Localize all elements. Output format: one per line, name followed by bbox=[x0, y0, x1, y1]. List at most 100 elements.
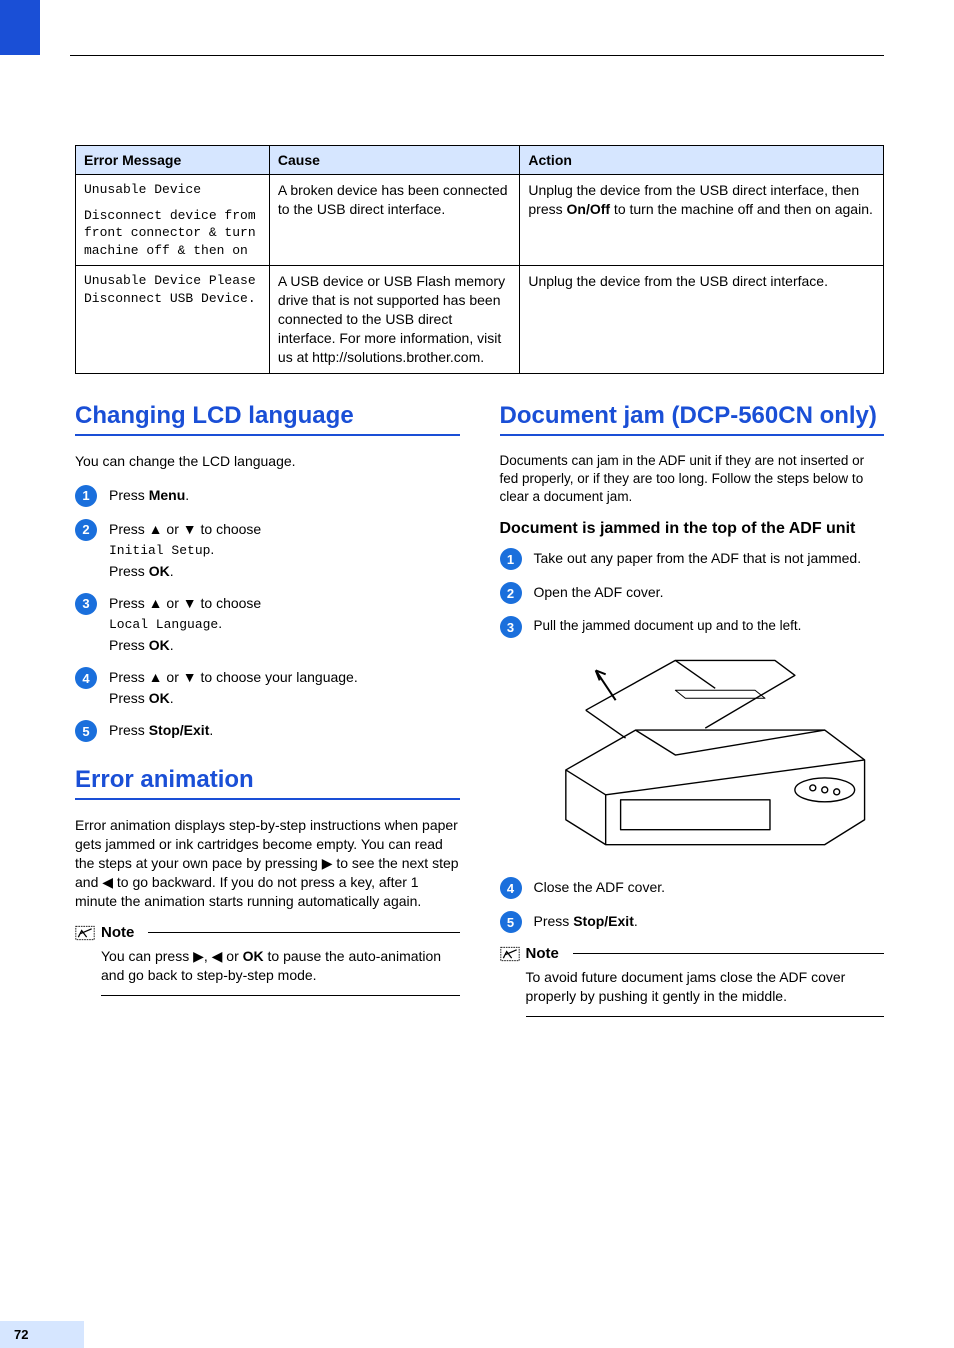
page-number: 72 bbox=[0, 1321, 84, 1348]
step-text: . bbox=[210, 541, 214, 557]
content-area: Error Message Cause Action Unusable Devi… bbox=[75, 145, 884, 1017]
step-1: 1 Press Menu. bbox=[75, 485, 460, 507]
step-bullet: 1 bbox=[500, 548, 522, 570]
step-text: . bbox=[185, 487, 189, 503]
step-bold: OK bbox=[149, 563, 170, 579]
step-text: . bbox=[170, 637, 174, 653]
note-heading: Note bbox=[500, 945, 885, 962]
step-body: Press ▲ or ▼ to choose Initial Setup. Pr… bbox=[109, 519, 460, 581]
page: Error Message Cause Action Unusable Devi… bbox=[0, 0, 954, 1348]
note-body: You can press ▶, ◀ or OK to pause the au… bbox=[101, 947, 460, 985]
table-row: Unusable Device Please Disconnect USB De… bbox=[76, 266, 884, 373]
step-text: Press ▲ or ▼ to choose bbox=[109, 521, 261, 537]
step-body: Press ▲ or ▼ to choose your language. Pr… bbox=[109, 667, 460, 708]
step-text: . bbox=[170, 563, 174, 579]
step-5: 5 Press Stop/Exit. bbox=[75, 720, 460, 742]
step-bullet: 1 bbox=[75, 485, 97, 507]
step-text: . bbox=[634, 913, 638, 929]
table-row: Unusable Device Disconnect device from f… bbox=[76, 175, 884, 266]
cell-msg: Unusable Device Disconnect device from f… bbox=[76, 175, 270, 266]
heading-changing-lcd: Changing LCD language bbox=[75, 402, 460, 430]
step-body: Close the ADF cover. bbox=[534, 877, 885, 897]
th-cause: Cause bbox=[269, 146, 519, 175]
step-text: Press bbox=[109, 563, 149, 579]
step-bold: Stop/Exit bbox=[573, 913, 634, 929]
th-action: Action bbox=[520, 146, 884, 175]
note-heading: Note bbox=[75, 924, 460, 941]
step-bullet: 4 bbox=[500, 877, 522, 899]
step-3: 3 Pull the jammed document up and to the… bbox=[500, 616, 885, 638]
note-end-rule bbox=[526, 1016, 885, 1017]
note-icon bbox=[500, 946, 520, 962]
step-bold: Stop/Exit bbox=[149, 722, 210, 738]
cell-action: Unplug the device from the USB direct in… bbox=[520, 175, 884, 266]
note-rule bbox=[148, 932, 459, 933]
step-code: Initial Setup bbox=[109, 543, 210, 558]
step-bold: OK bbox=[149, 637, 170, 653]
heading-error-animation: Error animation bbox=[75, 766, 460, 794]
step-bullet: 2 bbox=[500, 582, 522, 604]
step-3: 3 Press ▲ or ▼ to choose Local Language.… bbox=[75, 593, 460, 655]
cell-action: Unplug the device from the USB direct in… bbox=[520, 266, 884, 373]
step-body: Pull the jammed document up and to the l… bbox=[534, 616, 885, 636]
err-anim-body: Error animation displays step-by-step in… bbox=[75, 816, 460, 910]
step-code: Local Language bbox=[109, 617, 218, 632]
note-bold: OK bbox=[243, 948, 264, 964]
msg-line: Unusable Device bbox=[84, 181, 261, 199]
step-text: . bbox=[218, 615, 222, 631]
step-5: 5 Press Stop/Exit. bbox=[500, 911, 885, 933]
step-body: Open the ADF cover. bbox=[534, 582, 885, 602]
right-column: Document jam (DCP-560CN only) Documents … bbox=[500, 402, 885, 1017]
note-end-rule bbox=[101, 995, 460, 996]
step-2: 2 Press ▲ or ▼ to choose Initial Setup. … bbox=[75, 519, 460, 581]
step-body: Take out any paper from the ADF that is … bbox=[534, 548, 885, 568]
th-error-message: Error Message bbox=[76, 146, 270, 175]
step-4: 4 Close the ADF cover. bbox=[500, 877, 885, 899]
heading-document-jam: Document jam (DCP-560CN only) bbox=[500, 402, 885, 430]
step-text: . bbox=[209, 722, 213, 738]
step-1: 1 Take out any paper from the ADF that i… bbox=[500, 548, 885, 570]
heading-rule bbox=[75, 798, 460, 800]
heading-rule bbox=[75, 434, 460, 436]
action-text: to turn the machine off and then on agai… bbox=[610, 201, 873, 217]
error-table: Error Message Cause Action Unusable Devi… bbox=[75, 145, 884, 374]
cell-cause: A broken device has been connected to th… bbox=[269, 175, 519, 266]
step-body: Press Stop/Exit. bbox=[109, 720, 460, 740]
note-body: To avoid future document jams close the … bbox=[526, 968, 885, 1006]
step-text: Press ▲ or ▼ to choose bbox=[109, 595, 261, 611]
step-text: Press bbox=[534, 913, 574, 929]
step-bullet: 2 bbox=[75, 519, 97, 541]
step-bullet: 3 bbox=[75, 593, 97, 615]
step-bullet: 5 bbox=[75, 720, 97, 742]
step-text: Press ▲ or ▼ to choose your language. bbox=[109, 669, 358, 685]
jam-intro: Documents can jam in the ADF unit if the… bbox=[500, 452, 885, 507]
cell-cause: A USB device or USB Flash memory drive t… bbox=[269, 266, 519, 373]
step-bullet: 4 bbox=[75, 667, 97, 689]
step-body: Press Stop/Exit. bbox=[534, 911, 885, 931]
msg-line: Unusable Device Please Disconnect USB De… bbox=[84, 272, 261, 307]
side-tab bbox=[0, 0, 40, 55]
msg-line: Disconnect device from front connector &… bbox=[84, 207, 261, 260]
columns: Changing LCD language You can change the… bbox=[75, 402, 884, 1017]
step-2: 2 Open the ADF cover. bbox=[500, 582, 885, 604]
subheading-adf-jam: Document is jammed in the top of the ADF… bbox=[500, 520, 885, 538]
step-text: . bbox=[170, 690, 174, 706]
action-bold: On/Off bbox=[567, 201, 611, 217]
step-text: Press bbox=[109, 487, 149, 503]
step-text: Press bbox=[109, 722, 149, 738]
step-bullet: 5 bbox=[500, 911, 522, 933]
printer-illustration bbox=[526, 650, 885, 865]
step-bold: OK bbox=[149, 690, 170, 706]
note-title: Note bbox=[526, 945, 559, 962]
cell-msg: Unusable Device Please Disconnect USB De… bbox=[76, 266, 270, 373]
step-text: Press bbox=[109, 690, 149, 706]
step-body: Press ▲ or ▼ to choose Local Language. P… bbox=[109, 593, 460, 655]
step-bold: Menu bbox=[149, 487, 186, 503]
step-bullet: 3 bbox=[500, 616, 522, 638]
note-title: Note bbox=[101, 924, 134, 941]
note-text: You can press ▶, ◀ or bbox=[101, 948, 243, 964]
left-column: Changing LCD language You can change the… bbox=[75, 402, 460, 1017]
lang-intro: You can change the LCD language. bbox=[75, 452, 460, 471]
heading-rule bbox=[500, 434, 885, 436]
step-body: Press Menu. bbox=[109, 485, 460, 505]
